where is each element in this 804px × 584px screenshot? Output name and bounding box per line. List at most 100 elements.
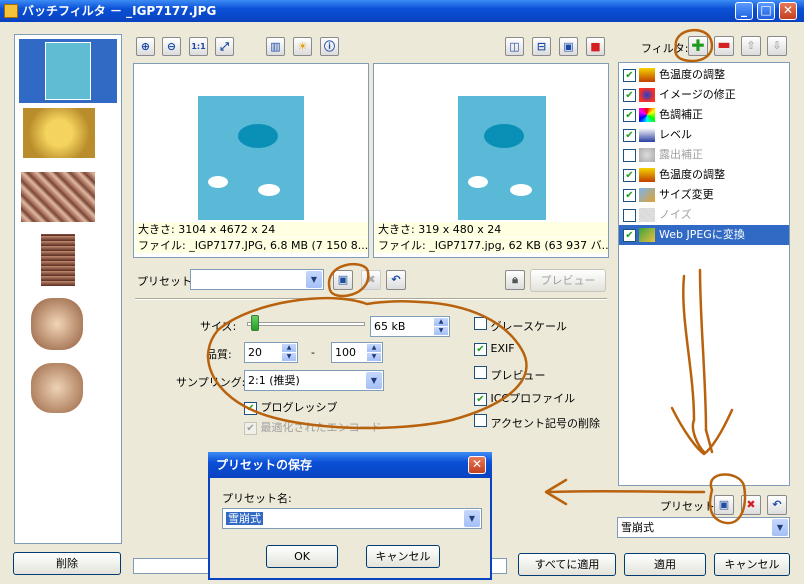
filter-item[interactable]: ✔ 色調補正 xyxy=(619,105,789,125)
checkbox-unchecked-icon[interactable] xyxy=(623,208,636,222)
size-slider-thumb[interactable] xyxy=(251,315,259,331)
actual-size-icon: 1:1 xyxy=(191,42,206,51)
progressive-checkbox[interactable]: ✔ プログレッシブ xyxy=(244,399,338,415)
fit-button[interactable]: ⤢ xyxy=(215,37,234,56)
preset-combo[interactable]: ▼ xyxy=(190,269,324,290)
right-revert-preset-button[interactable]: ↶ xyxy=(767,495,787,515)
filter-item[interactable]: ✔ 色温度の調整 xyxy=(619,65,789,85)
move-up-button[interactable]: ⇧ xyxy=(741,36,761,56)
split-vertical-button[interactable]: ◫ xyxy=(505,37,524,56)
filter-item[interactable]: ✔ レベル xyxy=(619,125,789,145)
quality-min-field[interactable]: 20 ▲ ▼ xyxy=(244,342,298,363)
delete-preset-button[interactable]: ✖ xyxy=(361,270,381,290)
filter-item[interactable]: ✔ Web JPEGに変換 xyxy=(619,225,789,245)
window-title: バッチフィルタ － _IGP7177.JPG xyxy=(22,4,217,18)
color-balance-icon xyxy=(639,108,655,122)
checkbox-checked-icon[interactable]: ✔ xyxy=(623,88,636,102)
dialog-ok-button[interactable]: OK xyxy=(266,545,338,568)
spin-down-icon[interactable]: ▼ xyxy=(434,327,448,335)
spin-up-icon[interactable]: ▲ xyxy=(434,318,448,326)
thumbnail-2[interactable] xyxy=(23,108,95,158)
spin-up-icon[interactable]: ▲ xyxy=(367,344,381,352)
zoom-in-button[interactable]: ⊕ xyxy=(136,37,155,56)
minimize-button[interactable]: _ xyxy=(735,2,753,20)
spin-down-icon[interactable]: ▼ xyxy=(367,353,381,361)
quality-max-field[interactable]: 100 ▲ ▼ xyxy=(331,342,383,363)
checkbox-checked-icon[interactable]: ✔ xyxy=(623,128,636,142)
dialog-title-bar: プリセットの保存 xyxy=(208,452,492,478)
thumbnail-5[interactable] xyxy=(31,298,83,350)
split-horizontal-button[interactable]: ⊟ xyxy=(532,37,551,56)
filter-item[interactable]: ノイズ xyxy=(619,205,789,225)
preset-name-field[interactable]: 雪崩式 ▼ xyxy=(222,508,482,529)
grayscale-checkbox[interactable]: グレースケール xyxy=(474,317,567,334)
filter-label-text: イメージの修正 xyxy=(659,88,736,101)
cancel-button[interactable]: キャンセル xyxy=(714,553,790,576)
filter-label-text: 色温度の調整 xyxy=(659,168,725,181)
delete-button[interactable]: 削除 xyxy=(13,552,121,575)
save-preset-button[interactable]: ▣ xyxy=(333,270,353,290)
chevron-down-icon: ▼ xyxy=(464,510,480,527)
spin-down-icon[interactable]: ▼ xyxy=(282,353,296,361)
checkbox-unchecked-icon[interactable] xyxy=(623,148,636,162)
apply-all-button[interactable]: すべてに適用 xyxy=(518,553,616,576)
filter-item[interactable]: ✔ 色温度の調整 xyxy=(619,165,789,185)
lock-button[interactable]: 🔒︎ xyxy=(505,270,525,290)
right-save-preset-button[interactable]: ▣ xyxy=(714,495,734,515)
checkbox-checked-icon[interactable]: ✔ xyxy=(623,168,636,182)
filter-item[interactable]: ✔ サイズ変更 xyxy=(619,185,789,205)
histogram-button[interactable]: ▥ xyxy=(266,37,285,56)
single-view-button[interactable]: ▣ xyxy=(559,37,578,56)
info-button[interactable]: ⓘ xyxy=(320,37,339,56)
filter-item[interactable]: 露出補正 xyxy=(619,145,789,165)
thumbnail-3[interactable] xyxy=(21,172,95,222)
icc-checkbox[interactable]: ✔ ICCプロファイル xyxy=(474,390,575,406)
size-value-field[interactable]: 65 kB ▲ ▼ xyxy=(370,316,450,337)
preview-checkbox[interactable]: プレビュー xyxy=(474,366,546,383)
undo-icon: ↶ xyxy=(391,273,401,286)
histogram-icon: ▥ xyxy=(270,40,281,53)
right-preset-combo[interactable]: 雪崩式 ▼ xyxy=(617,517,790,538)
checkbox-checked-icon[interactable]: ✔ xyxy=(623,108,636,122)
thumbnail-4[interactable] xyxy=(41,234,75,286)
preview-button[interactable]: ■ xyxy=(586,37,605,56)
app-icon xyxy=(4,4,18,18)
move-down-button[interactable]: ⇩ xyxy=(767,36,787,56)
preview-icon: ■ xyxy=(590,40,601,53)
web-jpeg-icon xyxy=(639,228,655,242)
remove-filter-button[interactable]: ▬ xyxy=(714,36,734,56)
exif-checkbox[interactable]: ✔ EXIF xyxy=(474,342,515,356)
zoom-out-button[interactable]: ⊖ xyxy=(162,37,181,56)
spin-up-icon[interactable]: ▲ xyxy=(282,344,296,352)
zoom-out-icon: ⊖ xyxy=(166,40,177,53)
thumbnail-6[interactable] xyxy=(31,363,83,413)
thumbnail-strip xyxy=(14,34,122,544)
sampling-combo[interactable]: 2:1 (推奨) ▼ xyxy=(244,370,384,391)
filter-item[interactable]: ✔ イメージの修正 xyxy=(619,85,789,105)
accent-checkbox[interactable]: アクセント記号の削除 xyxy=(474,414,600,431)
lock-icon: 🔒︎ xyxy=(512,273,518,286)
right-delete-preset-button[interactable]: ✖ xyxy=(741,495,761,515)
dialog-cancel-button[interactable]: キャンセル xyxy=(366,545,440,568)
plus-icon: ✚ xyxy=(691,36,705,55)
preview-button[interactable]: プレビュー xyxy=(530,269,606,292)
revert-preset-button[interactable]: ↶ xyxy=(386,270,406,290)
actual-size-button[interactable]: 1:1 xyxy=(189,37,208,56)
checkbox-checked-icon[interactable]: ✔ xyxy=(623,68,636,82)
apply-button[interactable]: 適用 xyxy=(624,553,706,576)
temperature-icon xyxy=(639,168,655,182)
add-filter-button[interactable]: ✚ xyxy=(688,36,708,56)
original-image xyxy=(198,66,304,220)
size-slider-track[interactable] xyxy=(247,322,365,326)
maximize-button[interactable]: □ xyxy=(757,2,775,20)
delete-icon: ✖ xyxy=(366,273,376,286)
divider xyxy=(135,298,607,300)
sun-button[interactable]: ☀ xyxy=(293,37,312,56)
chevron-down-icon: ▼ xyxy=(306,271,322,288)
checkbox-checked-icon[interactable]: ✔ xyxy=(623,228,636,242)
thumbnail-1[interactable] xyxy=(45,42,91,100)
checkbox-checked-icon[interactable]: ✔ xyxy=(623,188,636,202)
quality-dash: - xyxy=(311,346,315,359)
dialog-close-button[interactable]: ✕ xyxy=(468,456,486,474)
close-button[interactable]: ✕ xyxy=(779,2,797,20)
